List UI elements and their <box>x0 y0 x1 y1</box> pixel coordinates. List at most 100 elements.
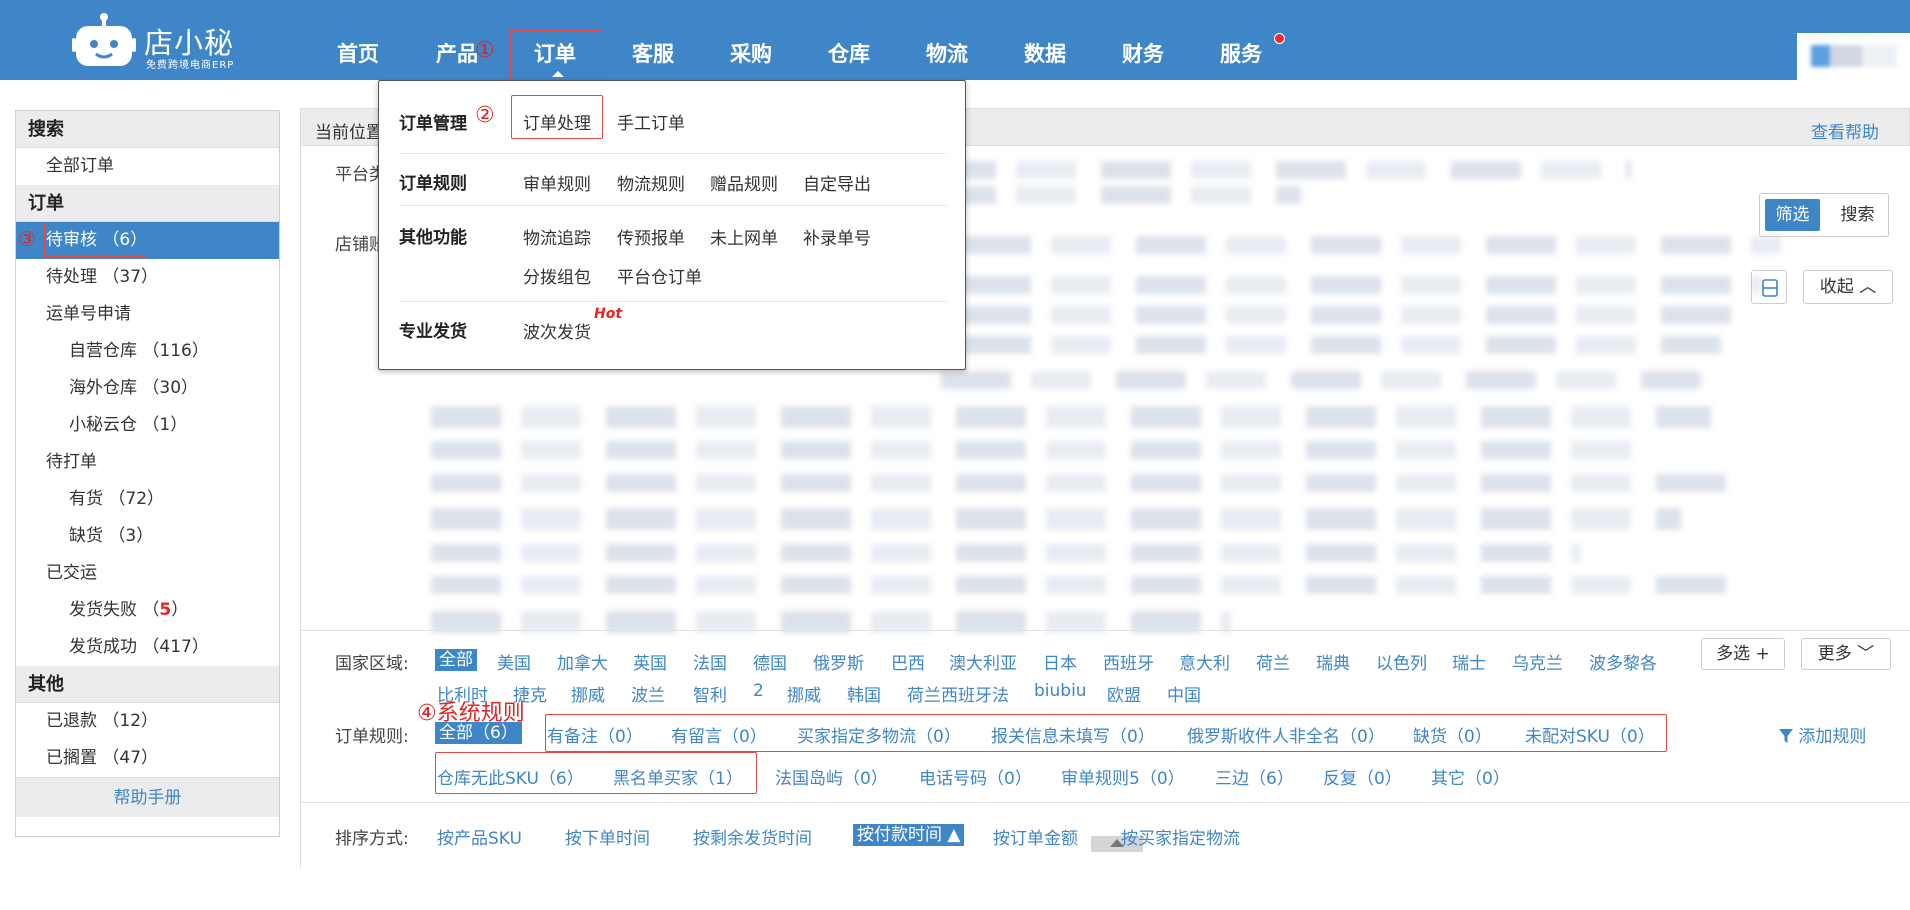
nav-data[interactable]: 数据 <box>1024 38 1066 68</box>
country-option[interactable]: 挪威 <box>571 681 605 706</box>
save-filter-button[interactable] <box>1751 270 1787 304</box>
nav-orders[interactable]: 订单 <box>534 38 576 68</box>
sort-option[interactable]: 按订单金额 <box>993 824 1078 849</box>
country-option[interactable]: 美国 <box>497 649 531 674</box>
sidebar-item-pending-review[interactable]: ③ 待审核 （6） <box>16 222 279 259</box>
nav-services[interactable]: 服务 <box>1220 38 1262 68</box>
menu-not-online[interactable]: 未上网单 <box>710 224 778 249</box>
country-option[interactable]: 澳大利亚 <box>949 649 1017 674</box>
menu-manual-order[interactable]: 手工订单 <box>617 109 685 134</box>
country-option[interactable]: 中国 <box>1167 681 1201 706</box>
rule-option[interactable]: 有留言（0） <box>671 722 767 747</box>
rule-option[interactable]: 其它（0） <box>1431 764 1510 789</box>
sort-option[interactable]: 按下单时间 <box>565 824 650 849</box>
help-manual-link[interactable]: 帮助手册 <box>16 777 279 817</box>
sidebar-item-all-orders[interactable]: 全部订单 <box>16 148 279 185</box>
country-option[interactable]: 德国 <box>753 649 787 674</box>
country-option[interactable]: 荷兰 <box>1256 649 1290 674</box>
country-option[interactable]: 乌克兰 <box>1512 649 1563 674</box>
country-option[interactable]: 巴西 <box>891 649 925 674</box>
rule-option[interactable]: 缺货（0） <box>1413 722 1492 747</box>
country-option[interactable]: 日本 <box>1043 649 1077 674</box>
menu-upload-forecast[interactable]: 传预报单 <box>617 224 685 249</box>
sidebar-item-out-of-stock[interactable]: 缺货 （3） <box>16 518 279 555</box>
rule-option[interactable]: 三边（6） <box>1215 764 1294 789</box>
nav-customer-service[interactable]: 客服 <box>632 38 674 68</box>
rule-option[interactable]: 未配对SKU（0） <box>1525 722 1655 747</box>
sidebar-item-ship-success[interactable]: 发货成功 （417） <box>16 629 279 666</box>
collapse-button[interactable]: 收起 ︿ <box>1803 270 1893 304</box>
country-option[interactable]: 荷兰西班牙法 <box>907 681 1009 706</box>
menu-custom-export[interactable]: 自定导出 <box>803 170 871 195</box>
rule-option[interactable]: 电话号码（0） <box>919 764 1032 789</box>
sort-option[interactable]: 按剩余发货时间 <box>693 824 812 849</box>
nav-finance[interactable]: 财务 <box>1122 38 1164 68</box>
sort-option[interactable]: 按产品SKU <box>437 824 522 849</box>
nav-warehouse[interactable]: 仓库 <box>828 38 870 68</box>
rule-option[interactable]: 仓库无此SKU（6） <box>437 764 584 789</box>
logo[interactable]: 店小秘 免费跨境电商ERP <box>72 10 272 72</box>
country-all[interactable]: 全部 <box>435 649 477 671</box>
rule-option[interactable]: 反复（0） <box>1323 764 1402 789</box>
rule-option[interactable]: 俄罗斯收件人非全名（0） <box>1187 722 1385 747</box>
multi-select-button[interactable]: 多选 + <box>1701 638 1785 670</box>
sidebar-item-in-stock[interactable]: 有货 （72） <box>16 481 279 518</box>
more-countries-button[interactable]: 更多 ﹀ <box>1801 638 1891 670</box>
country-option[interactable]: 瑞典 <box>1316 649 1350 674</box>
country-option[interactable]: 2 <box>753 681 764 701</box>
nav-logistics[interactable]: 物流 <box>926 38 968 68</box>
country-option[interactable]: 英国 <box>633 649 667 674</box>
sort-option[interactable]: 按买家指定物流 <box>1121 824 1240 849</box>
sidebar-item-ship-failed[interactable]: 发货失败 （5） <box>16 592 279 629</box>
country-option[interactable]: 智利 <box>693 681 727 706</box>
country-option[interactable]: 韩国 <box>847 681 881 706</box>
nav-purchase[interactable]: 采购 <box>730 38 772 68</box>
country-option[interactable]: 法国 <box>693 649 727 674</box>
sidebar-item-overseas-warehouse[interactable]: 海外仓库 （30） <box>16 370 279 407</box>
sidebar-item-cloud-warehouse[interactable]: 小秘云仓 （1） <box>16 407 279 444</box>
menu-logistics-rules[interactable]: 物流规则 <box>617 170 685 195</box>
sidebar-item-shipped[interactable]: 已交运 <box>16 555 279 592</box>
country-option[interactable]: 欧盟 <box>1107 681 1141 706</box>
rule-option[interactable]: 买家指定多物流（0） <box>797 722 961 747</box>
country-option[interactable]: 波多黎各 <box>1589 649 1657 674</box>
rule-option[interactable]: 黑名单买家（1） <box>613 764 743 789</box>
filter-button[interactable]: 筛选 <box>1765 199 1820 231</box>
sort-option-selected[interactable]: 按付款时间 ▲ <box>853 824 965 846</box>
country-option[interactable]: 俄罗斯 <box>813 649 864 674</box>
menu-gift-rules[interactable]: 赠品规则 <box>710 170 778 195</box>
nav-products[interactable]: 产品 <box>436 38 478 68</box>
search-button[interactable]: 搜索 <box>1830 199 1885 231</box>
rule-option[interactable]: 报关信息未填写（0） <box>991 722 1155 747</box>
sidebar-item-label: 海外仓库 <box>69 378 137 398</box>
rule-option[interactable]: 有备注（0） <box>547 722 643 747</box>
rule-option[interactable]: 审单规则5（0） <box>1061 764 1185 789</box>
menu-wave-shipping[interactable]: 波次发货 <box>523 318 591 343</box>
country-option[interactable]: biubiu <box>1034 681 1087 701</box>
sidebar-item-to-print[interactable]: 待打单 <box>16 444 279 481</box>
menu-distribution-pack[interactable]: 分拨组包 <box>523 263 591 288</box>
nav-home[interactable]: 首页 <box>337 38 379 68</box>
sidebar-item-own-warehouse[interactable]: 自营仓库 （116） <box>16 333 279 370</box>
menu-order-process[interactable]: 订单处理 <box>523 109 591 134</box>
country-option[interactable]: 意大利 <box>1179 649 1230 674</box>
user-account[interactable] <box>1797 33 1910 80</box>
menu-add-tracking[interactable]: 补录单号 <box>803 224 871 249</box>
country-option[interactable]: 西班牙 <box>1103 649 1154 674</box>
country-option[interactable]: 瑞士 <box>1452 649 1486 674</box>
menu-review-rules[interactable]: 审单规则 <box>523 170 591 195</box>
rule-all[interactable]: 全部（6） <box>435 722 522 744</box>
sidebar-item-pending-process[interactable]: 待处理 （37） <box>16 259 279 296</box>
menu-platform-warehouse-order[interactable]: 平台仓订单 <box>617 263 702 288</box>
country-option[interactable]: 波兰 <box>631 681 665 706</box>
country-option[interactable]: 以色列 <box>1376 649 1427 674</box>
rule-option[interactable]: 法国岛屿（0） <box>775 764 888 789</box>
sidebar-item-tracking-apply[interactable]: 运单号申请 <box>16 296 279 333</box>
menu-logistics-tracking[interactable]: 物流追踪 <box>523 224 591 249</box>
view-help-link[interactable]: 查看帮助 <box>1811 118 1879 143</box>
country-option[interactable]: 加拿大 <box>557 649 608 674</box>
add-rule-link[interactable]: 添加规则 <box>1779 722 1866 747</box>
sidebar-item-on-hold[interactable]: 已搁置 （47） <box>16 740 279 777</box>
sidebar-item-refunded[interactable]: 已退款 （12） <box>16 703 279 740</box>
country-option[interactable]: 挪威 <box>787 681 821 706</box>
